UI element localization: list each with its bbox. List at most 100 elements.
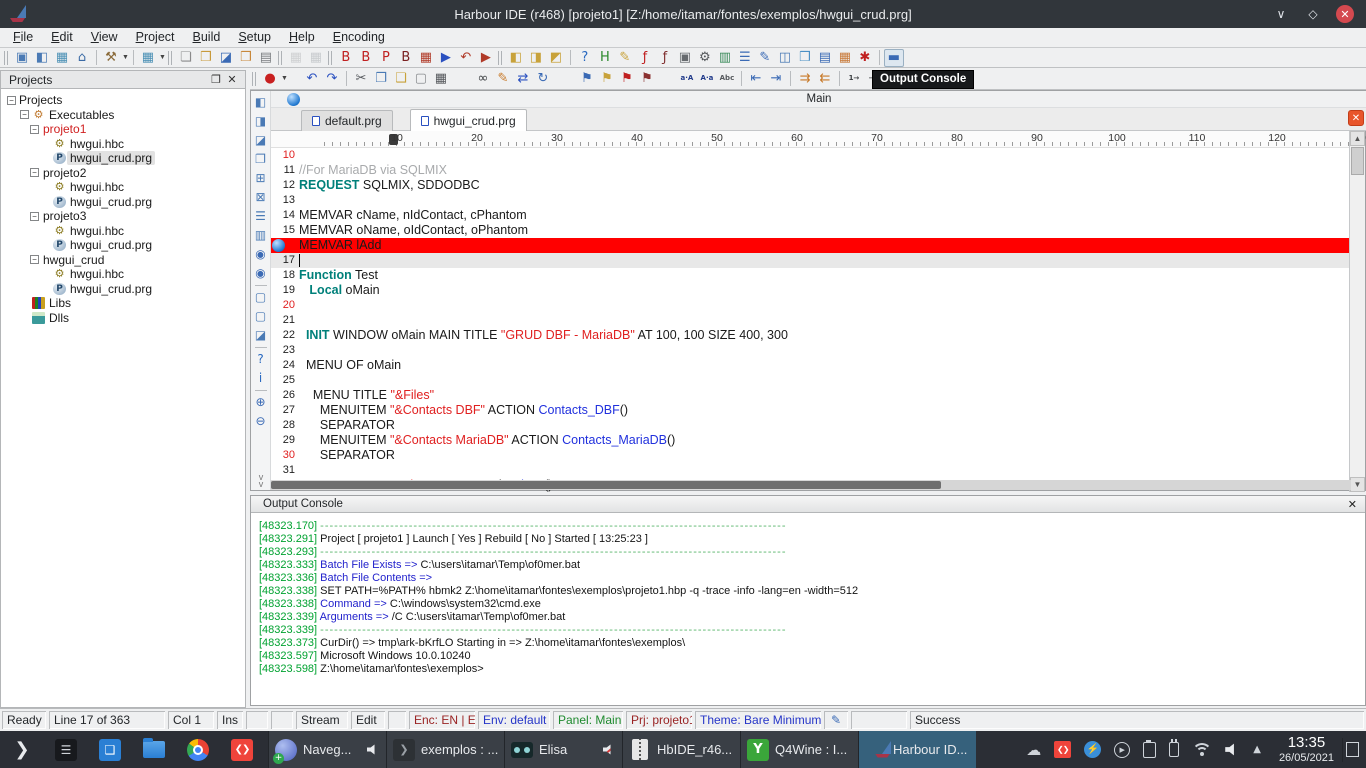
print-icon[interactable]: ▤: [256, 49, 276, 67]
strip-icon-3[interactable]: ❐: [253, 150, 269, 169]
build-launch-icon[interactable]: ▶: [436, 49, 456, 67]
tree-item-hwgui-hbc[interactable]: ⚙hwgui.hbc: [1, 224, 245, 239]
document-icon[interactable]: ▤: [815, 49, 835, 67]
compile-ppo-icon[interactable]: P: [376, 49, 396, 67]
debugger-bug-icon[interactable]: ✱: [855, 49, 875, 67]
toolbar-handle[interactable]: [4, 51, 8, 65]
tools-window-icon[interactable]: ◫: [775, 49, 795, 67]
environments-icon[interactable]: ☰: [735, 49, 755, 67]
find-replace-icon[interactable]: ⇄: [513, 70, 533, 88]
bookmark-stamp-icon[interactable]: ⚑: [597, 70, 617, 88]
output-console-toggle-icon[interactable]: ▬: [884, 49, 904, 67]
wifi-icon[interactable]: [1192, 743, 1212, 757]
rebuild-launch-icon[interactable]: ▶: [476, 49, 496, 67]
tree-item-projeto3[interactable]: −projeto3: [1, 209, 245, 224]
find-icon[interactable]: ∞: [473, 70, 493, 88]
status-enc-en-en[interactable]: Enc: EN | EN: [409, 711, 475, 729]
toolbar-handle[interactable]: [498, 51, 502, 65]
bookmark-prev-icon[interactable]: ⚑: [617, 70, 637, 88]
weather-icon[interactable]: ☁: [1026, 741, 1041, 759]
tree-item-hwgui-crud-prg[interactable]: Phwgui_crud.prg: [1, 151, 245, 166]
task-naveg[interactable]: +Naveg...: [268, 731, 386, 768]
to-lower-upper-icon[interactable]: a·A: [677, 70, 697, 88]
strip-more-icon[interactable]: v v: [251, 474, 271, 488]
status-item[interactable]: ✎: [824, 711, 848, 729]
anydesk-tray-icon[interactable]: ❮❯: [1054, 741, 1071, 758]
tree-item-projeto1[interactable]: −projeto1: [1, 122, 245, 137]
discover-icon[interactable]: ❑: [88, 731, 132, 768]
toolbar-handle[interactable]: [168, 51, 172, 65]
anydesk-launcher-icon[interactable]: ❮❯: [220, 731, 264, 768]
tab-default-prg[interactable]: default.prg: [301, 110, 393, 131]
status-env-default[interactable]: Env: default: [478, 711, 550, 729]
bookmark-next-icon[interactable]: ⚑: [637, 70, 657, 88]
indent-icon[interactable]: ⇥: [766, 70, 786, 88]
record-macro-icon[interactable]: ●: [260, 70, 280, 88]
chrome-icon[interactable]: [176, 731, 220, 768]
audio-muted-icon[interactable]: [603, 744, 616, 756]
strip-icon-2[interactable]: ◪: [253, 131, 269, 150]
maximize-button[interactable]: ◇: [1304, 5, 1322, 23]
mark-pen-icon[interactable]: ✎: [755, 49, 775, 67]
strip-icon-0[interactable]: ◧: [253, 93, 269, 112]
reload-icon[interactable]: ↻: [533, 70, 553, 88]
menu-project[interactable]: Project: [127, 28, 184, 47]
properties-icon[interactable]: ▣: [675, 49, 695, 67]
expander-icon[interactable]: −: [7, 96, 16, 105]
tree-item-hwgui-hbc[interactable]: ⚙hwgui.hbc: [1, 137, 245, 152]
wallpaper-icon[interactable]: ▦: [52, 49, 72, 67]
expander-icon[interactable]: −: [30, 255, 39, 264]
task-hbide-r46[interactable]: HbIDE_r46...: [622, 731, 740, 768]
exit-ide-icon[interactable]: ▣: [12, 49, 32, 67]
status-panel-main[interactable]: Panel: Main: [553, 711, 623, 729]
unindent-icon[interactable]: ⇤: [746, 70, 766, 88]
expander-icon[interactable]: −: [30, 212, 39, 221]
shortcuts-window-icon[interactable]: ❒: [795, 49, 815, 67]
tree-item-executables[interactable]: −⚙Executables: [1, 108, 245, 123]
close-button[interactable]: ✕: [1336, 5, 1354, 23]
menu-view[interactable]: View: [82, 28, 127, 47]
editor-area[interactable]: ◧◨◪❐⊞⊠☰▥◉◉▢▢◪?i⊕⊖v v Main default.prghwg…: [250, 90, 1366, 491]
tree-item-hwgui-crud-prg[interactable]: Phwgui_crud.prg: [1, 282, 245, 297]
block-comment-icon[interactable]: ⇇: [815, 70, 835, 88]
menu-file[interactable]: File: [4, 28, 42, 47]
expander-icon[interactable]: −: [20, 110, 29, 119]
record-macro-dropdown-icon[interactable]: ▼: [281, 75, 288, 82]
task-exemplos[interactable]: ❯exemplos : ...: [386, 731, 504, 768]
cut-icon[interactable]: ✂: [351, 70, 371, 88]
highlight-icon[interactable]: ✎: [493, 70, 513, 88]
harbour-help-icon[interactable]: H: [595, 49, 615, 67]
taskbar-clock[interactable]: 13:35 26/05/2021: [1271, 735, 1342, 764]
kde-connect-icon[interactable]: ⚡: [1084, 741, 1101, 758]
tree-item-projeto2[interactable]: −projeto2: [1, 166, 245, 181]
strip-icon-8[interactable]: ◉: [253, 245, 269, 264]
audio-playing-icon[interactable]: [367, 744, 380, 756]
usb-device-icon[interactable]: [1169, 742, 1179, 757]
horizontal-scroll-thumb[interactable]: [271, 481, 941, 489]
tree-item-hwgui-hbc[interactable]: ⚙hwgui.hbc: [1, 267, 245, 282]
horizontal-scrollbar[interactable]: [271, 480, 1351, 490]
scroll-down-button[interactable]: ▼: [1350, 477, 1365, 492]
tray-expand-icon[interactable]: ▲: [1253, 744, 1261, 755]
copy-icon[interactable]: ❐: [371, 70, 391, 88]
clipboard-icon[interactable]: [1143, 742, 1156, 758]
function-tags-icon[interactable]: ƒ: [655, 49, 675, 67]
settings-gears-icon[interactable]: ⚙: [695, 49, 715, 67]
strip-icon-12[interactable]: ▢: [253, 307, 269, 326]
stream-comment-icon[interactable]: ⇉: [795, 70, 815, 88]
tree-item-hwgui-crud-prg[interactable]: Phwgui_crud.prg: [1, 195, 245, 210]
system-settings-icon[interactable]: ☰: [44, 731, 88, 768]
menu-help[interactable]: Help: [280, 28, 324, 47]
wizard-dropdown-icon[interactable]: ▼: [122, 54, 129, 61]
block-select-icon[interactable]: ▦: [431, 70, 451, 88]
strip-icon-18[interactable]: ⊕: [253, 393, 269, 412]
task-elisa[interactable]: Elisa: [504, 731, 622, 768]
volume-icon[interactable]: [1225, 743, 1240, 757]
theme-image-icon[interactable]: ▦: [138, 49, 158, 67]
strip-icon-7[interactable]: ▥: [253, 226, 269, 245]
open-project-icon[interactable]: ❒: [196, 49, 216, 67]
app-menu-icon[interactable]: ❯: [0, 731, 44, 768]
strip-icon-11[interactable]: ▢: [253, 288, 269, 307]
compile-icon[interactable]: B: [336, 49, 356, 67]
open-file-icon[interactable]: ❒: [236, 49, 256, 67]
